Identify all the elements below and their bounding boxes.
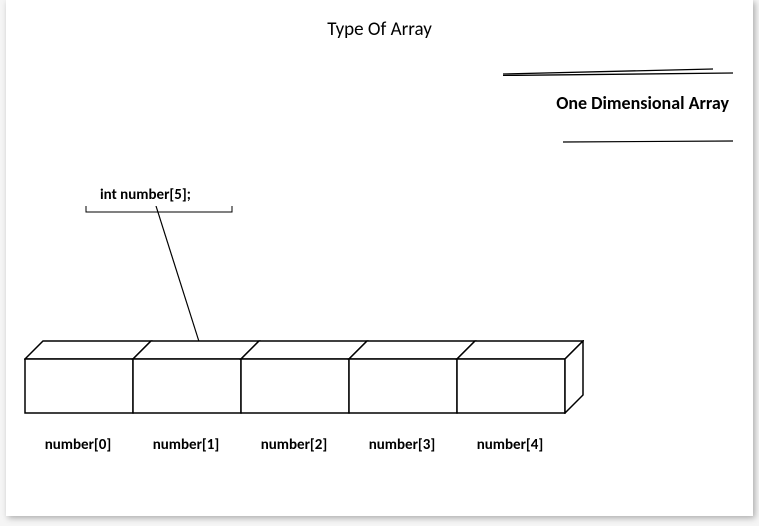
- connector-line: [126, 206, 216, 359]
- index-label: number[0]: [24, 436, 132, 454]
- array-3d-diagram: [24, 340, 584, 419]
- index-labels-row: number[0]number[1]number[2]number[3]numb…: [24, 436, 564, 454]
- section-heading: One Dimensional Array: [556, 92, 729, 114]
- index-label: number[3]: [348, 436, 456, 454]
- index-label: number[4]: [456, 436, 564, 454]
- document-page: Type Of Array One Dimensional Array int …: [6, 0, 753, 516]
- decor-double-line: [503, 68, 733, 76]
- decor-underline: [563, 130, 733, 149]
- index-label: number[1]: [132, 436, 240, 454]
- page-title: Type Of Array: [6, 18, 753, 41]
- declaration-text: int number[5];: [84, 186, 234, 206]
- index-label: number[2]: [240, 436, 348, 454]
